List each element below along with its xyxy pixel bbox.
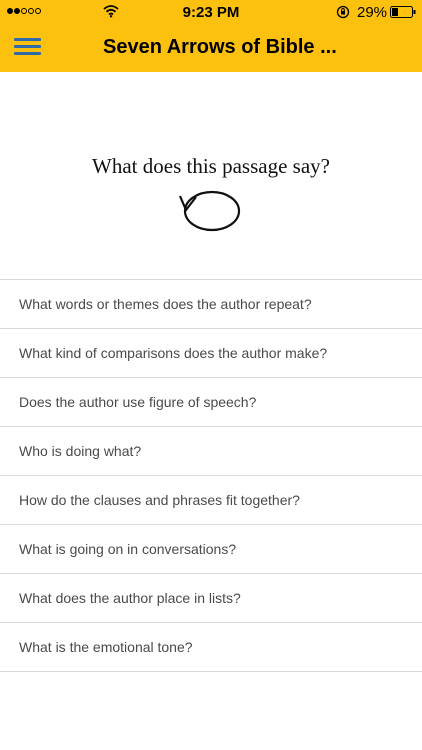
hero-heading: What does this passage say? (92, 154, 330, 178)
list-item[interactable]: What does the author place in lists? (0, 574, 422, 623)
hamburger-menu-icon[interactable] (14, 36, 42, 58)
list-item[interactable]: What is going on in conversations? (0, 525, 422, 574)
status-bar: 9:23 PM 29% (0, 0, 422, 24)
page-title: Seven Arrows of Bible ... (103, 36, 337, 58)
list-item[interactable]: How do the clauses and phrases fit toget… (0, 476, 422, 525)
navigation-bar: Seven Arrows of Bible ... (0, 24, 422, 72)
list-item[interactable]: What words or themes does the author rep… (0, 280, 422, 329)
circular-arrow-icon (178, 190, 241, 232)
list-item[interactable]: Who is doing what? (0, 427, 422, 476)
battery-percent: 29% (357, 4, 388, 21)
battery-icon (390, 6, 416, 18)
rotation-lock-icon (336, 5, 350, 19)
question-list: What words or themes does the author rep… (0, 279, 422, 672)
list-item[interactable]: What is the emotional tone? (0, 623, 422, 672)
list-item[interactable]: Does the author use figure of speech? (0, 378, 422, 427)
list-item[interactable]: What kind of comparisons does the author… (0, 329, 422, 378)
hero-section: What does this passage say? (0, 72, 422, 279)
